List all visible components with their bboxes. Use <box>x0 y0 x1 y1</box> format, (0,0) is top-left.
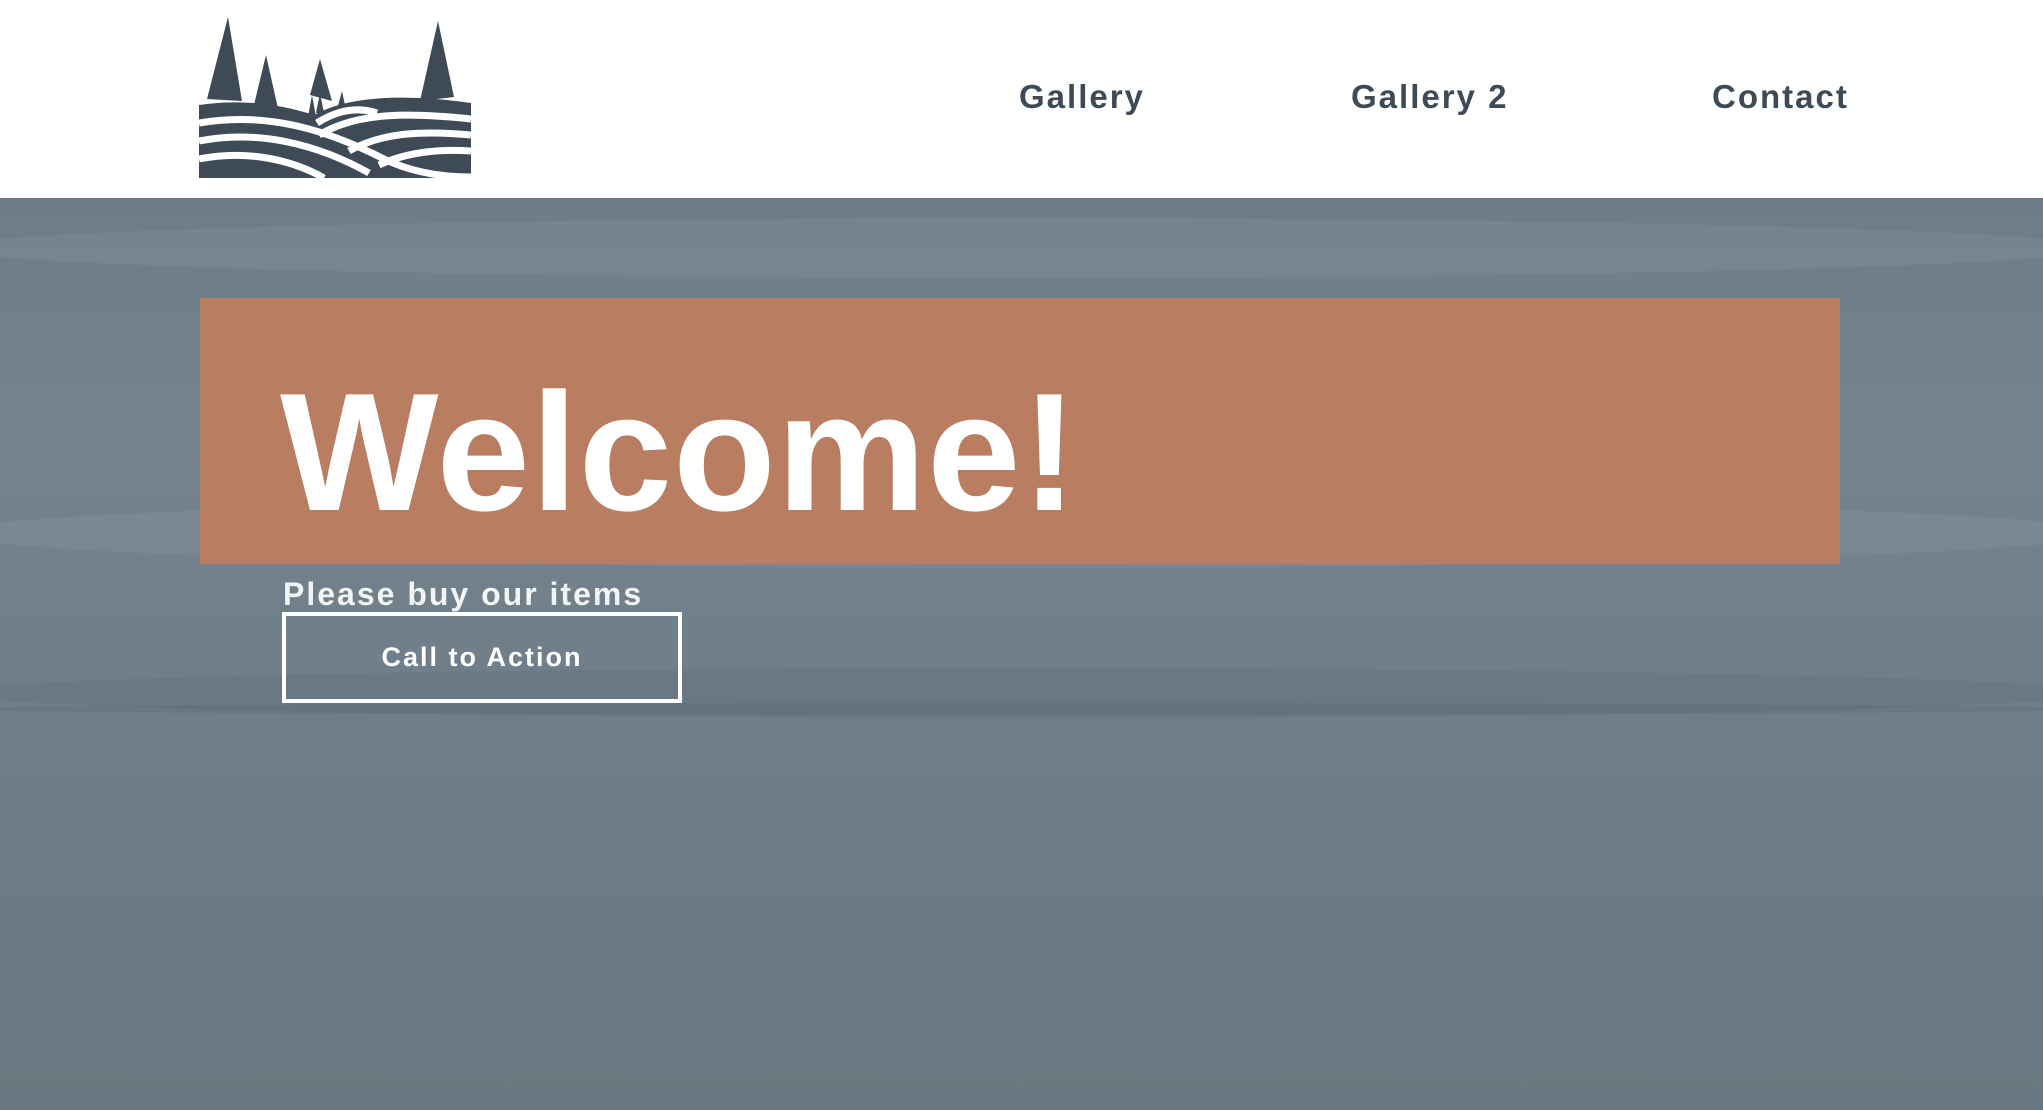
background-wave <box>0 218 2043 278</box>
hero-subtitle: Please buy our items <box>283 576 644 612</box>
nav-link-gallery-2[interactable]: Gallery 2 <box>1351 75 1508 119</box>
trees-and-hills-logo-icon[interactable] <box>199 15 471 178</box>
background-wave <box>0 703 2043 715</box>
hero-title: Welcome! <box>280 358 1079 546</box>
nav-link-gallery[interactable]: Gallery <box>1019 75 1145 119</box>
call-to-action-button[interactable]: Call to Action <box>282 612 682 703</box>
site-header: Gallery Gallery 2 Contact <box>0 0 2043 198</box>
hero-section: Welcome! Please buy our items Call to Ac… <box>0 198 2043 1110</box>
nav-link-contact[interactable]: Contact <box>1712 75 1849 119</box>
